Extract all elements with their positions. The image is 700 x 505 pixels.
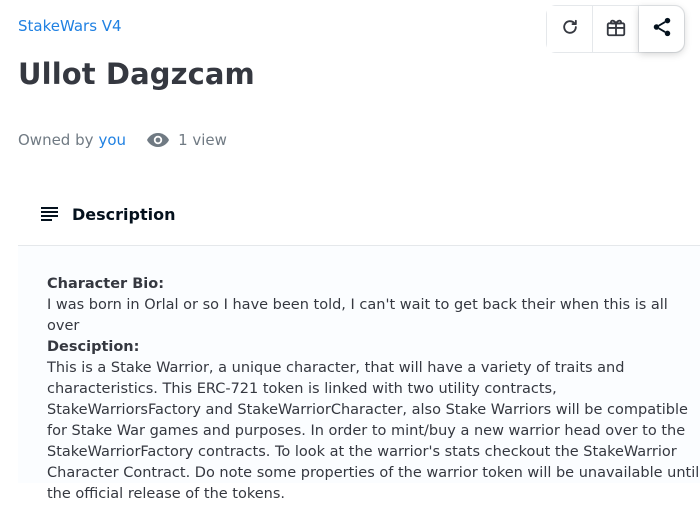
item-title: Ullot Dagzcam bbox=[18, 57, 255, 91]
description-header[interactable]: Description bbox=[18, 183, 700, 246]
owner-link[interactable]: you bbox=[99, 131, 127, 149]
owner-prefix: Owned by bbox=[18, 131, 94, 149]
owner-row: Owned by you 1 view bbox=[18, 131, 227, 149]
description-header-label: Description bbox=[72, 204, 176, 224]
collection-link[interactable]: StakeWars V4 bbox=[18, 17, 122, 35]
share-icon bbox=[651, 16, 673, 42]
view-count: 1 view bbox=[146, 131, 227, 149]
bio-text: I was born in Orlal or so I have been to… bbox=[47, 297, 668, 334]
bio-heading: Character Bio: bbox=[47, 276, 165, 292]
view-count-label: 1 view bbox=[178, 131, 227, 149]
item-toolbar bbox=[546, 5, 685, 53]
description-panel: Character Bio: I was born in Orlal or so… bbox=[18, 246, 700, 502]
eye-icon bbox=[146, 131, 170, 149]
transfer-button[interactable] bbox=[593, 6, 639, 52]
gift-icon bbox=[605, 16, 627, 42]
subject-icon bbox=[40, 206, 60, 222]
refresh-button[interactable] bbox=[547, 6, 593, 52]
refresh-icon bbox=[560, 17, 580, 41]
description-heading: Desciption: bbox=[47, 339, 140, 355]
share-button[interactable] bbox=[639, 6, 684, 52]
description-content: Character Bio: I was born in Orlal or so… bbox=[47, 274, 700, 505]
